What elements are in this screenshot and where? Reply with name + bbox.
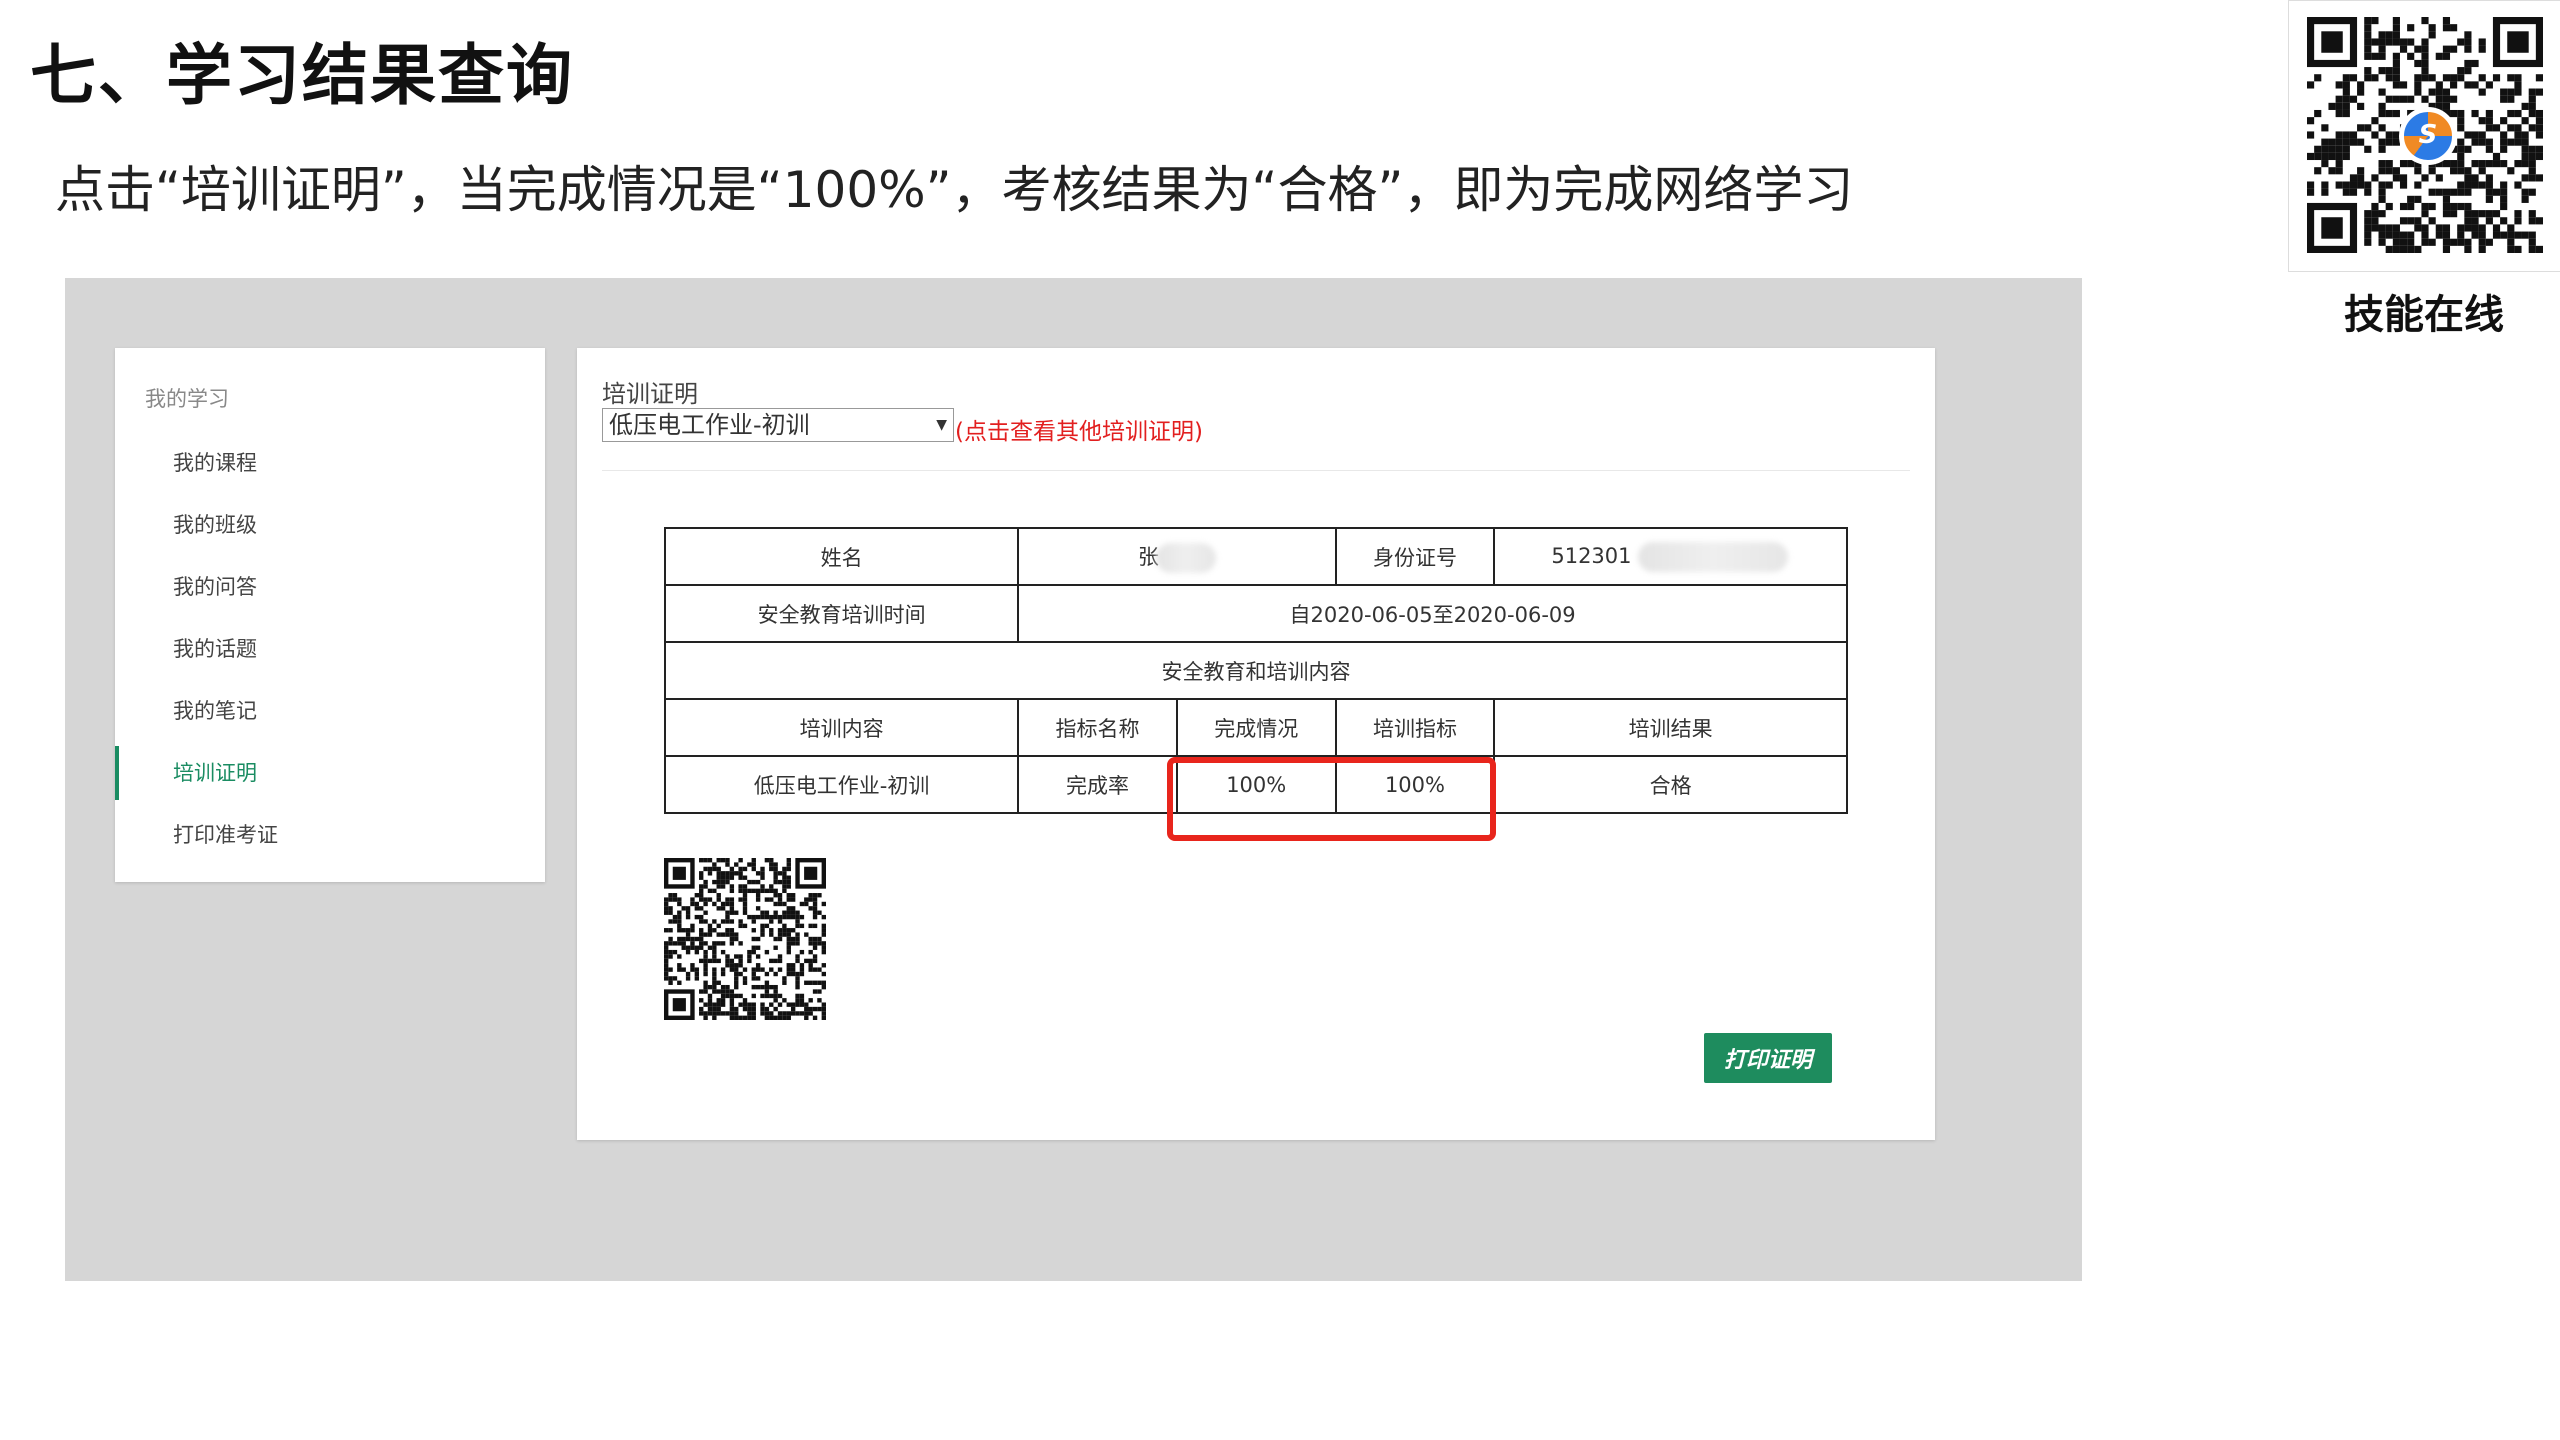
sidebar-item-training-certificate[interactable]: 培训证明	[115, 746, 545, 800]
cell-result: 合格	[1493, 755, 1848, 814]
certificate-select-value: 低压电工作业-初训	[609, 411, 810, 439]
redaction-blur	[1155, 542, 1216, 573]
header-completion: 完成情况	[1175, 698, 1337, 757]
certificate-qr-code	[664, 858, 826, 1020]
table-row: 安全教育培训时间 自2020-06-05至2020-06-09	[663, 584, 1848, 643]
brand-logo-icon: S	[2399, 107, 2457, 165]
chevron-down-icon: ▼	[936, 417, 947, 433]
name-value-cell: 张	[1017, 527, 1337, 586]
header-result: 培训结果	[1493, 698, 1848, 757]
id-value-cell: 512301	[1493, 527, 1848, 586]
header-metric: 指标名称	[1017, 698, 1178, 757]
certificate-panel: 培训证明 低压电工作业-初训 ▼ (点击查看其他培训证明) 姓名 张 身份证号 …	[577, 348, 1935, 1140]
id-value: 512301	[1551, 543, 1632, 568]
select-hint: (点击查看其他培训证明)	[955, 419, 1203, 445]
redaction-blur	[1638, 541, 1789, 572]
sidebar-item-topics[interactable]: 我的话题	[115, 622, 545, 676]
cell-content: 低压电工作业-初训	[663, 755, 1020, 814]
table-row: 安全教育和培训内容	[664, 641, 1848, 700]
sidebar-item-notes[interactable]: 我的笔记	[115, 684, 545, 738]
period-value: 自2020-06-05至2020-06-09	[1017, 584, 1848, 643]
sidebar: 我的学习 我的课程 我的班级 我的问答 我的话题 我的笔记 培训证明 打印准考证	[115, 348, 545, 882]
slide-subtitle: 点击“培训证明”，当完成情况是“100%”，考核结果为“合格”，即为完成网络学习	[55, 161, 1854, 219]
table-header-row: 培训内容 指标名称 完成情况 培训指标 培训结果	[663, 698, 1848, 757]
sidebar-item-classes[interactable]: 我的班级	[115, 498, 545, 552]
highlight-annotation	[1167, 757, 1496, 841]
header-content: 培训内容	[663, 698, 1020, 757]
table-row: 姓名 张 身份证号 512301	[663, 527, 1848, 586]
sidebar-item-questions[interactable]: 我的问答	[115, 560, 545, 614]
qr-caption: 技能在线	[2344, 292, 2504, 338]
embedded-screenshot: 我的学习 我的课程 我的班级 我的问答 我的话题 我的笔记 培训证明 打印准考证…	[65, 278, 2082, 1281]
slide-title: 七、学习结果查询	[30, 37, 574, 114]
divider	[602, 470, 1910, 471]
sidebar-item-courses[interactable]: 我的课程	[115, 436, 545, 490]
sidebar-item-print-admission[interactable]: 打印准考证	[115, 808, 545, 862]
section-label: 安全教育和培训内容	[664, 641, 1848, 700]
header-target: 培训指标	[1334, 698, 1496, 757]
cell-metric: 完成率	[1017, 755, 1178, 814]
name-label: 姓名	[663, 527, 1020, 586]
period-label: 安全教育培训时间	[663, 584, 1020, 643]
sidebar-heading: 我的学习	[145, 387, 229, 411]
print-certificate-button[interactable]: 打印证明	[1704, 1033, 1832, 1083]
certificate-select[interactable]: 低压电工作业-初训 ▼	[602, 408, 954, 442]
id-label: 身份证号	[1334, 527, 1496, 586]
wechat-qr-code: S	[2288, 0, 2560, 272]
panel-title: 培训证明	[602, 380, 698, 408]
